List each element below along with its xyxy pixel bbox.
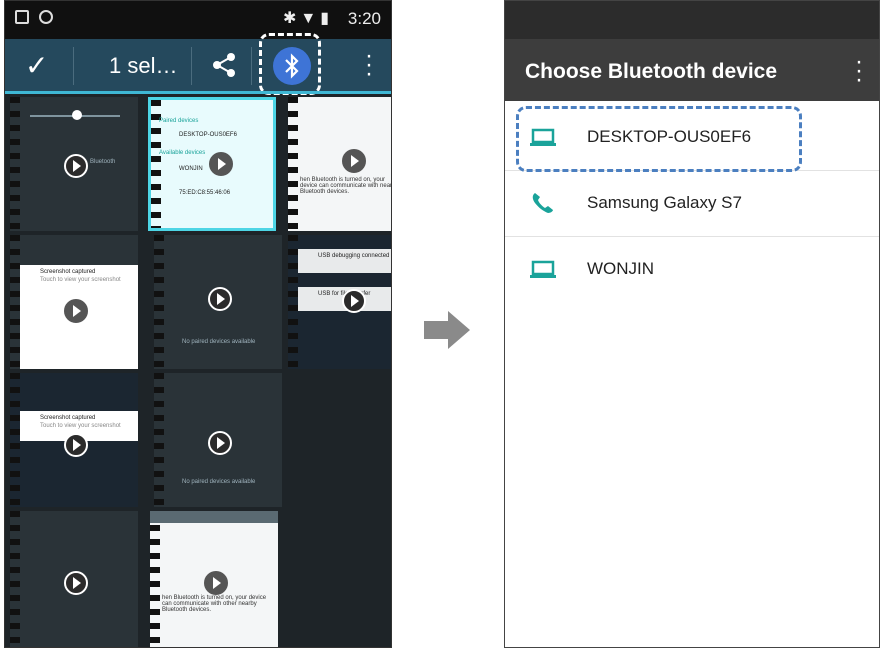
gallery-thumbnail[interactable]: Screenshot captured Touch to view your s…	[10, 235, 138, 369]
play-icon	[209, 152, 233, 176]
device-name: WONJIN	[587, 259, 655, 278]
system-icons: ✱▼▮	[282, 10, 333, 27]
check-icon[interactable]: ✓	[25, 49, 48, 82]
device-highlight-frame	[516, 106, 802, 172]
share-icon[interactable]	[210, 51, 238, 86]
gallery-thumbnail[interactable]: Screenshot captured Touch to view your s…	[10, 373, 138, 507]
play-icon	[208, 431, 232, 455]
more-vert-icon[interactable]: · · ·	[365, 44, 373, 86]
gallery-thumbnail[interactable]: hen Bluetooth is turned on, your device …	[288, 97, 391, 231]
gallery-thumbnail[interactable]: No paired devices available	[154, 235, 282, 369]
more-vert-icon[interactable]: · · ·	[855, 50, 863, 92]
gallery-screen: ✱▼▮ 3:20 ✓ 1 sel… · · · Bluetooth Paired d…	[4, 0, 392, 648]
status-bar: ✱▼▮ 3:20	[5, 1, 391, 39]
laptop-icon	[530, 260, 556, 278]
play-icon	[64, 299, 88, 323]
play-icon	[64, 571, 88, 595]
play-icon	[342, 289, 366, 313]
phone-icon	[532, 193, 553, 213]
arrow-right-icon	[424, 311, 470, 349]
chooser-app-bar: Choose Bluetooth device · · ·	[505, 39, 879, 101]
bluetooth-chooser-screen: Choose Bluetooth device · · · DESKTOP-OUS0…	[504, 0, 880, 648]
accent-line	[5, 91, 391, 94]
selection-count[interactable]: 1 sel…	[109, 53, 177, 79]
bluetooth-highlight-frame	[259, 33, 321, 95]
device-name: Samsung Galaxy S7	[587, 193, 742, 212]
gallery-thumbnail[interactable]: Bluetooth	[10, 97, 138, 231]
play-icon	[208, 287, 232, 311]
gallery-thumbnail[interactable]	[10, 511, 138, 647]
image-notification-icon	[15, 10, 29, 24]
page-title: Choose Bluetooth device	[525, 60, 778, 83]
play-icon	[64, 154, 88, 178]
gallery-thumbnail[interactable]: No paired devices available	[154, 373, 282, 507]
status-time: 3:20	[347, 9, 381, 28]
selection-action-bar: ✓ 1 sel… · · ·	[5, 33, 391, 95]
gallery-thumbnail-selected[interactable]: Paired devices DESKTOP-OUS0EF6 Available…	[148, 97, 276, 231]
gallery-thumbnail[interactable]: hen Bluetooth is turned on, your device …	[150, 511, 278, 647]
status-bar	[505, 1, 879, 39]
play-icon	[64, 433, 88, 457]
play-icon	[204, 571, 228, 595]
device-row-wonjin[interactable]: WONJIN	[505, 237, 879, 303]
device-row-samsung[interactable]: Samsung Galaxy S7	[505, 171, 879, 237]
android-icon	[39, 10, 53, 24]
play-icon	[342, 149, 366, 173]
gallery-thumbnail[interactable]: USB debugging connected USB for file tra…	[288, 235, 391, 369]
